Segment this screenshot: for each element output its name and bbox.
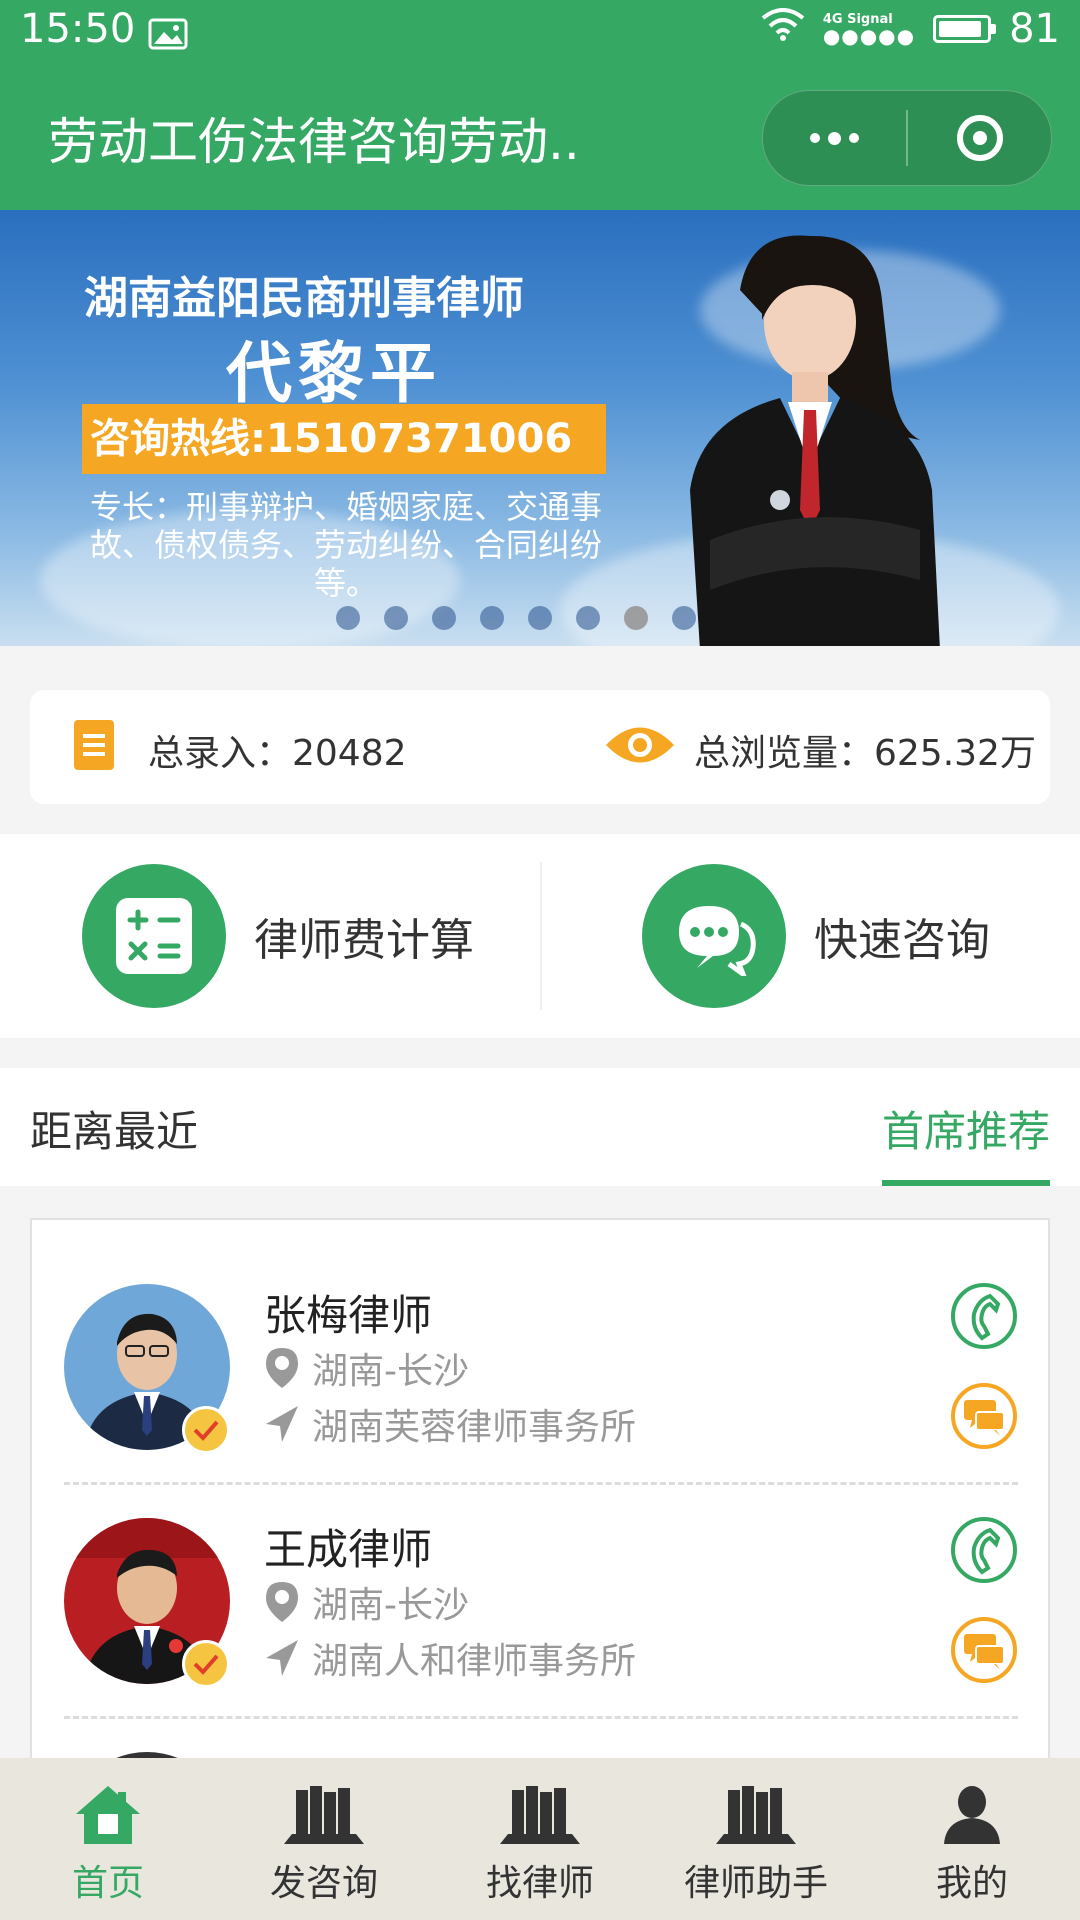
chat-icon (951, 1617, 1017, 1683)
lawyer-list: 张梅律师 湖南-长沙 湖南芙蓉律师事务所 王成律师 湖南-长沙 湖南人和律师事务… (30, 1218, 1050, 1778)
navigation-arrow-icon (266, 1406, 298, 1442)
message-button[interactable] (950, 1616, 1018, 1688)
lawyer-firm: 湖南人和律师事务所 (264, 1632, 636, 1684)
phone-icon (951, 1283, 1017, 1349)
lawyer-firm: 湖南芙蓉律师事务所 (264, 1398, 636, 1450)
carousel-dot[interactable] (336, 606, 360, 630)
lawyer-name: 王成律师 (264, 1525, 433, 1574)
carousel-dot[interactable] (432, 606, 456, 630)
image-notification-icon (148, 18, 188, 54)
mini-program-capsule (762, 90, 1052, 186)
tab-mine[interactable]: 我的 (864, 1758, 1080, 1920)
books-icon (716, 1786, 796, 1844)
eye-icon (604, 722, 676, 772)
navigation-bar: 劳动工伤法律咨询劳动.. (0, 66, 1080, 210)
lawyer-firm-text: 湖南芙蓉律师事务所 (312, 1407, 637, 1448)
books-icon (284, 1786, 364, 1844)
verified-check-icon (182, 1640, 230, 1688)
document-icon (74, 720, 114, 774)
message-button[interactable] (950, 1382, 1018, 1454)
tab-home-label: 首页 (71, 1863, 144, 1904)
close-miniprogram-button[interactable] (908, 91, 1051, 185)
quick-actions: 律师费计算 快速咨询 (0, 834, 1080, 1038)
chat-bubbles-icon (642, 864, 786, 1008)
call-button[interactable] (950, 1516, 1018, 1588)
tab-lawyer-assistant[interactable]: 律师助手 (648, 1758, 864, 1920)
location-pin-icon (266, 1348, 298, 1388)
signal-dots: ●●●●● (822, 24, 916, 48)
wifi-icon (761, 6, 805, 52)
carousel-dot[interactable] (576, 606, 600, 630)
location-pin-icon (266, 1582, 298, 1622)
carousel-indicators (336, 606, 696, 630)
home-icon (76, 1786, 140, 1844)
person-icon (944, 1786, 1000, 1844)
tab-ask-label: 发咨询 (269, 1863, 378, 1904)
tab-mine-label: 我的 (935, 1863, 1008, 1904)
carousel-dot[interactable] (624, 606, 648, 630)
status-bar: 15:50 4G Signal ●●●●● 81 (0, 0, 1080, 66)
verified-check-icon (182, 1406, 230, 1454)
phone-icon (951, 1517, 1017, 1583)
chat-icon (951, 1383, 1017, 1449)
lawyer-name: 张梅律师 (264, 1291, 433, 1340)
status-time: 15:50 (20, 6, 136, 52)
lawyer-firm-text: 湖南人和律师事务所 (312, 1641, 637, 1682)
battery-percent: 81 (1009, 6, 1060, 52)
lawyer-location: 湖南-长沙 (264, 1342, 469, 1394)
banner-hotline: 咨询热线:15107371006 (82, 404, 606, 474)
lawyer-tabs: 距离最近 首席推荐 (0, 1068, 1080, 1186)
battery-icon (933, 15, 997, 43)
banner-carousel[interactable]: 湖南益阳民商刑事律师 代黎平 咨询热线:15107371006 专长：刑事辩护、… (0, 210, 1080, 646)
more-dots-icon (810, 131, 859, 145)
banner-lawyer-name: 代黎平 (226, 335, 442, 412)
target-icon (956, 115, 1003, 161)
carousel-dot[interactable] (672, 606, 696, 630)
tab-find-lawyer-label: 找律师 (485, 1863, 594, 1904)
navigation-arrow-icon (266, 1640, 298, 1676)
tab-lawyer-assistant-label: 律师助手 (683, 1863, 828, 1904)
lawyer-location-text: 湖南-长沙 (312, 1585, 469, 1626)
cellular-signal-icon: 4G Signal ●●●●● (822, 13, 916, 48)
tab-featured[interactable]: 首席推荐 (882, 1098, 1050, 1159)
banner-lawyer-photo (690, 235, 940, 646)
active-tab-indicator (882, 1180, 1050, 1186)
stats-card: 总录入：20482 总浏览量：625.32万 (30, 690, 1050, 804)
tab-nearest[interactable]: 距离最近 (30, 1098, 198, 1159)
quick-consult-label: 快速咨询 (814, 915, 990, 966)
more-button[interactable] (763, 91, 906, 185)
fee-calculator-button[interactable]: 律师费计算 (82, 864, 474, 1008)
total-views: 总浏览量：625.32万 (694, 733, 1036, 774)
banner-specialty: 专长：刑事辩护、婚姻家庭、交通事故、债权债务、劳动纠纷、合同纠纷等。 (89, 488, 602, 602)
books-icon (500, 1786, 580, 1844)
lawyer-card[interactable]: 张梅律师 湖南-长沙 湖南芙蓉律师事务所 (32, 1220, 1048, 1485)
carousel-dot[interactable] (384, 606, 408, 630)
calculator-icon (82, 864, 226, 1008)
quick-consult-button[interactable]: 快速咨询 (642, 864, 990, 1008)
bottom-tab-bar: 首页 发咨询 找律师 律师助手 我的 (0, 1758, 1080, 1920)
carousel-dot[interactable] (480, 606, 504, 630)
page-title: 劳动工伤法律咨询劳动.. (48, 113, 580, 171)
fee-calculator-label: 律师费计算 (254, 915, 474, 966)
total-entries: 总录入：20482 (148, 733, 407, 774)
lawyer-location: 湖南-长沙 (264, 1576, 469, 1628)
tab-find-lawyer[interactable]: 找律师 (432, 1758, 648, 1920)
banner-headline: 湖南益阳民商刑事律师 (84, 273, 524, 324)
call-button[interactable] (950, 1282, 1018, 1354)
carousel-dot[interactable] (528, 606, 552, 630)
lawyer-card[interactable]: 王成律师 湖南-长沙 湖南人和律师事务所 (32, 1454, 1048, 1719)
tab-home[interactable]: 首页 (0, 1758, 216, 1920)
tab-ask[interactable]: 发咨询 (216, 1758, 432, 1920)
lawyer-location-text: 湖南-长沙 (312, 1351, 469, 1392)
